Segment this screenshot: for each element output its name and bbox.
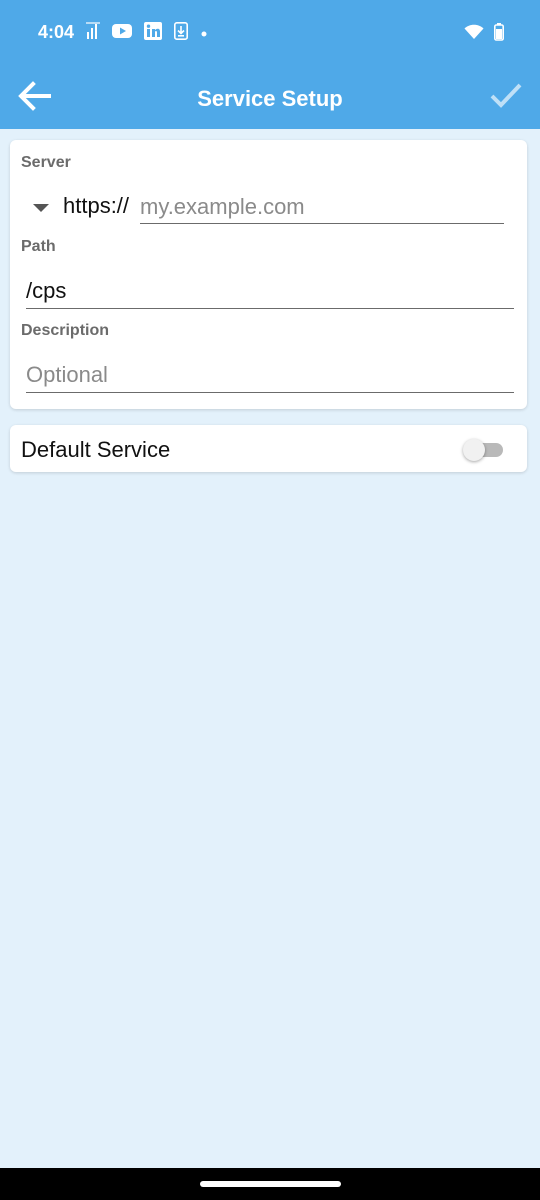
battery-icon xyxy=(494,23,504,46)
description-label: Description xyxy=(21,322,110,339)
navigation-bar xyxy=(0,1168,540,1200)
scheme-selector[interactable]: https:// xyxy=(63,193,129,219)
home-handle[interactable] xyxy=(200,1181,341,1187)
wifi-icon xyxy=(464,24,484,45)
system-icons xyxy=(464,23,504,46)
path-label: Path xyxy=(21,238,56,255)
download-icon xyxy=(174,22,188,45)
dot-icon xyxy=(200,25,208,43)
signal-icon xyxy=(86,22,100,45)
description-input[interactable] xyxy=(26,362,514,393)
check-icon xyxy=(489,82,523,115)
app-bar: Service Setup xyxy=(0,66,540,129)
toggle-thumb xyxy=(463,439,485,461)
path-input[interactable] xyxy=(26,278,514,309)
notification-icons xyxy=(86,22,208,45)
status-time: 4:04 xyxy=(38,22,75,42)
scheme-dropdown-icon[interactable] xyxy=(33,204,49,212)
default-service-toggle[interactable] xyxy=(463,439,505,461)
linkedin-icon xyxy=(144,22,162,45)
default-service-card: Default Service xyxy=(10,425,527,472)
youtube-icon xyxy=(112,23,132,44)
default-service-label: Default Service xyxy=(21,437,171,462)
server-label: Server xyxy=(21,154,71,171)
page-title: Service Setup xyxy=(197,86,343,111)
status-bar: 4:04 xyxy=(0,0,540,66)
save-button[interactable] xyxy=(486,78,526,118)
server-host-input[interactable] xyxy=(140,194,504,224)
